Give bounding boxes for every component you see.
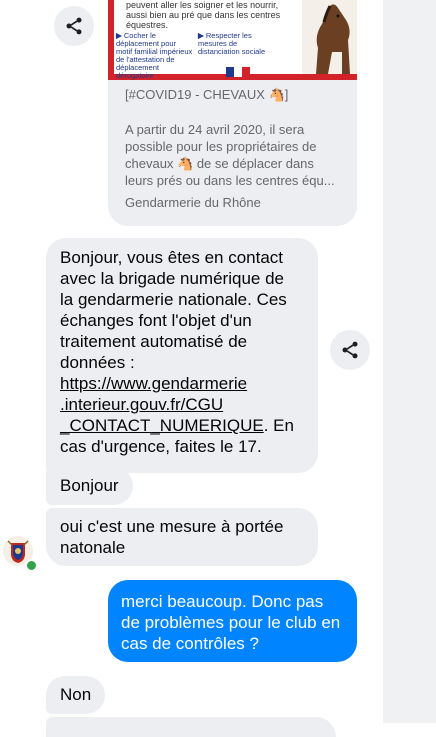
- message-line: données :: [60, 353, 135, 372]
- message-next-partial: [46, 717, 336, 737]
- right-gutter: [383, 0, 436, 723]
- message-non[interactable]: Non: [46, 676, 106, 714]
- message-line: cas de contrôles ?: [121, 634, 259, 653]
- cgu-link[interactable]: _CONTACT_NUMERIQUE: [60, 416, 264, 435]
- message-line: natonale: [60, 538, 126, 557]
- poster-col-1: ▶ Cocher le déplacement pour motif famil…: [116, 32, 194, 80]
- cgu-link[interactable]: https://www.gendarmerie: [60, 374, 247, 393]
- message-line: avec la brigade numérique de: [60, 269, 284, 288]
- message-line: cas d'urgence, faites le 17.: [60, 437, 262, 456]
- link-description: A partir du 24 avril 2020, il sera possi…: [125, 122, 335, 188]
- message-line: merci beaucoup. Donc pas: [121, 592, 324, 611]
- link-title: [#COVID19 - CHEVAUX 🐴]: [125, 87, 289, 102]
- share-button[interactable]: [54, 6, 94, 46]
- share-button[interactable]: [330, 330, 370, 370]
- share-icon: [66, 17, 82, 35]
- message-merci[interactable]: merci beaucoup. Donc pas de problèmes po…: [108, 580, 357, 662]
- poster: peuvent aller les soigner et les nourrir…: [114, 0, 357, 80]
- message-text: . En: [263, 416, 294, 435]
- link-preview-image: peuvent aller les soigner et les nourrir…: [108, 0, 357, 80]
- french-flag: [226, 67, 250, 77]
- poster-col-2: ▶ Respecter les mesures de distanciation…: [198, 32, 276, 56]
- message-text: Non: [60, 685, 92, 704]
- message-bot-intro[interactable]: Bonjour, vous êtes en contact avec la br…: [46, 238, 318, 473]
- message-text: Bonjour: [60, 476, 119, 495]
- message-line: la gendarmerie nationale. Ces: [60, 290, 287, 309]
- horse-illustration: [302, 0, 357, 74]
- link-source: Gendarmerie du Rhône: [125, 195, 261, 210]
- shared-link-card[interactable]: peuvent aller les soigner et les nourrir…: [108, 0, 357, 226]
- message-line: Bonjour, vous êtes en contact: [60, 248, 284, 267]
- cgu-link[interactable]: .interieur.gouv.fr/CGU: [60, 395, 223, 414]
- poster-col-2-text: Respecter les mesures de distanciation s…: [198, 31, 266, 56]
- message-line: traitement automatisé de: [60, 332, 248, 351]
- message-line: échanges font l'objet d'un: [60, 311, 252, 330]
- poster-top-text: peuvent aller les soigner et les nourrir…: [126, 0, 281, 30]
- message-bonjour[interactable]: Bonjour: [46, 467, 133, 505]
- message-line: oui c'est une mesure à portée: [60, 517, 284, 536]
- online-status-indicator: [25, 559, 38, 572]
- message-mesure[interactable]: oui c'est une mesure à portée natonale: [46, 508, 318, 566]
- message-line: de problèmes pour le club en: [121, 613, 341, 632]
- poster-col-1-text: Cocher le déplacement pour motif familia…: [116, 31, 193, 80]
- share-icon: [342, 341, 358, 359]
